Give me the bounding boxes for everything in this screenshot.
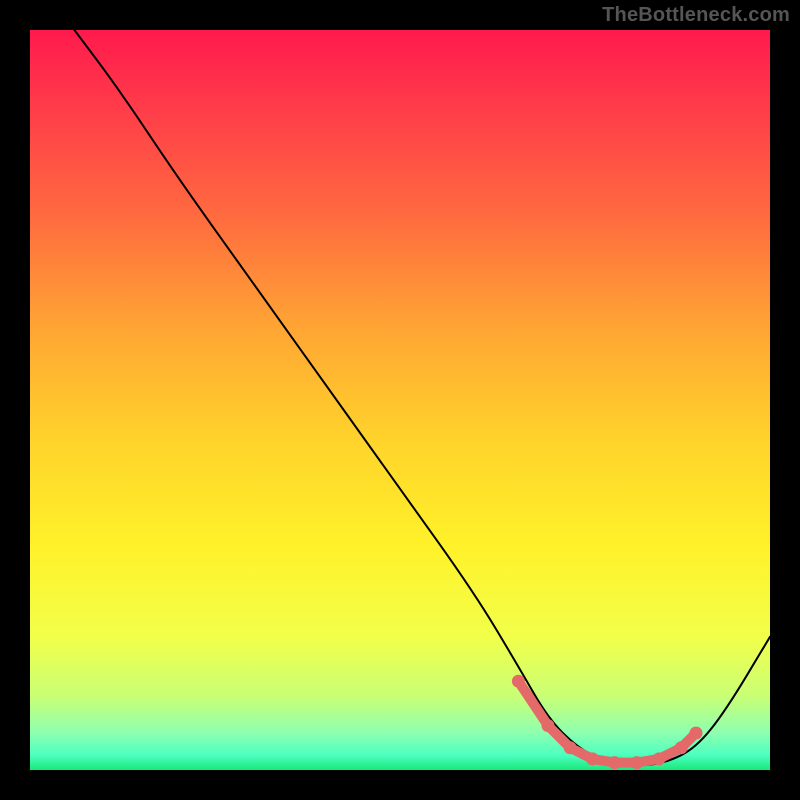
bottleneck-chart	[0, 0, 800, 800]
optimal-range-dot	[586, 752, 599, 765]
optimal-range-dot	[512, 675, 525, 688]
watermark-text: TheBottleneck.com	[602, 4, 790, 27]
optimal-range-dot	[542, 719, 555, 732]
optimal-range-dot	[690, 727, 703, 740]
optimal-range-dot	[675, 741, 688, 754]
optimal-range-dot	[564, 741, 577, 754]
plot-background	[30, 30, 770, 770]
optimal-range-dot	[608, 756, 621, 769]
optimal-range-dot	[653, 752, 666, 765]
optimal-range-dot	[630, 756, 643, 769]
chart-stage: TheBottleneck.com	[0, 0, 800, 800]
